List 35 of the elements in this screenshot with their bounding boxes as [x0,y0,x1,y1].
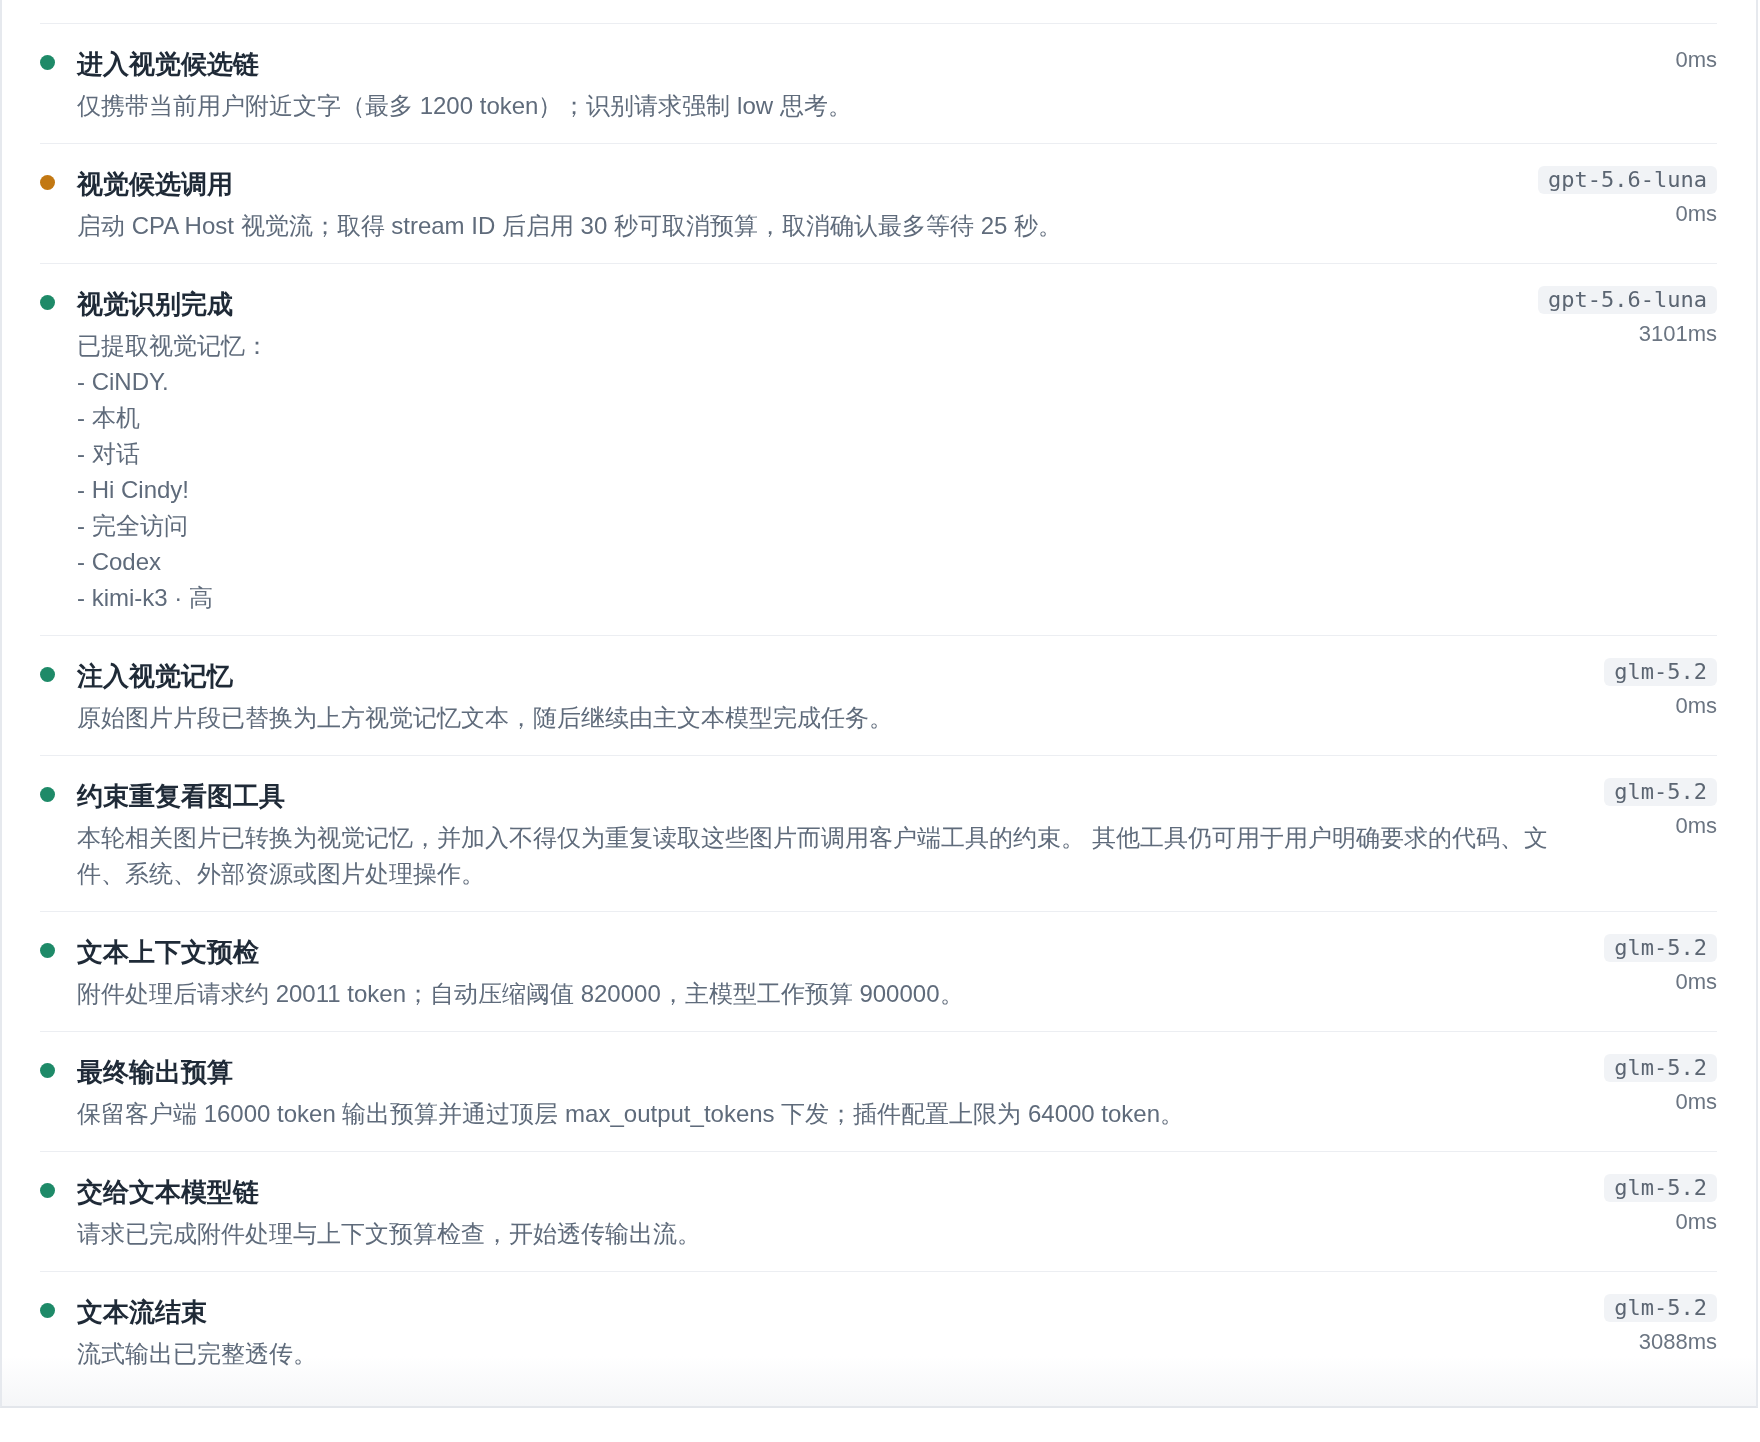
step-title: 约束重复看图工具 [77,780,286,813]
model-tag: glm-5.2 [1604,934,1717,962]
step-description: 启动 CPA Host 视觉流；取得 stream ID 后启用 30 秒可取消预算，取消确认最多等待 25 秒。 [77,211,1063,241]
model-tag: glm-5.2 [1604,1054,1717,1082]
step-description: 流式输出已完整透传。 [77,1339,318,1369]
step-duration: 0ms [1675,1208,1717,1236]
step-title: 注入视觉记忆 [77,660,234,693]
step-title: 视觉识别完成 [77,288,234,321]
step-duration: 0ms [1675,968,1717,996]
step-description: 本轮相关图片已转换为视觉记忆，并加入不得仅为重复读取这些图片而调用客户端工具的约束。 其他工具仍可用于用户明确要求的代码、文件、系统、外部资源或图片处理操作。 [77,823,1549,889]
step-description: 保留客户端 16000 token 输出预算并通过顶层 max_output_tokens 下发；插件配置上限为 64000 token。 [77,1099,1186,1129]
step-description: 附件处理后请求约 20011 token；自动压缩阈值 820000，主模型工作预算 900000。 [77,979,965,1009]
step-title: 最终输出预算 [77,1056,234,1089]
model-tag: glm-5.2 [1604,778,1717,806]
model-tag: glm-5.2 [1604,1174,1717,1202]
step-duration: 0ms [1675,692,1717,720]
step-title: 交给文本模型链 [77,1176,260,1209]
step-description: 原始图片片段已替换为上方视觉记忆文本，随后继续由主文本模型完成任务。 [77,703,894,733]
step-duration: 0ms [1675,46,1717,74]
model-tag: glm-5.2 [1604,658,1717,686]
step-duration: 0ms [1675,200,1717,228]
step-title: 视觉候选调用 [77,168,234,201]
step-duration: 0ms [1675,812,1717,840]
step-description: 仅携带当前用户附近文字（最多 1200 token）；识别请求强制 low 思考。 [77,91,853,121]
step-description: 请求已完成附件处理与上下文预算检查，开始透传输出流。 [77,1219,702,1249]
step-duration: 3101ms [1638,320,1717,348]
step-title: 进入视觉候选链 [77,48,260,81]
model-tag: glm-5.2 [1604,1294,1717,1322]
step-title: 文本上下文预检 [77,936,260,969]
step-duration: 3088ms [1638,1328,1717,1356]
step-title: 文本流结束 [77,1296,208,1329]
model-tag: gpt-5.6-luna [1538,286,1717,314]
step-description: 已提取视觉记忆： - CiNDY. - 本机 - 对话 - Hi Cindy! - 完全访问 - Codex - kimi-k3 · 高 [77,331,270,613]
step-duration: 0ms [1675,1088,1717,1116]
model-tag: gpt-5.6-luna [1538,166,1717,194]
